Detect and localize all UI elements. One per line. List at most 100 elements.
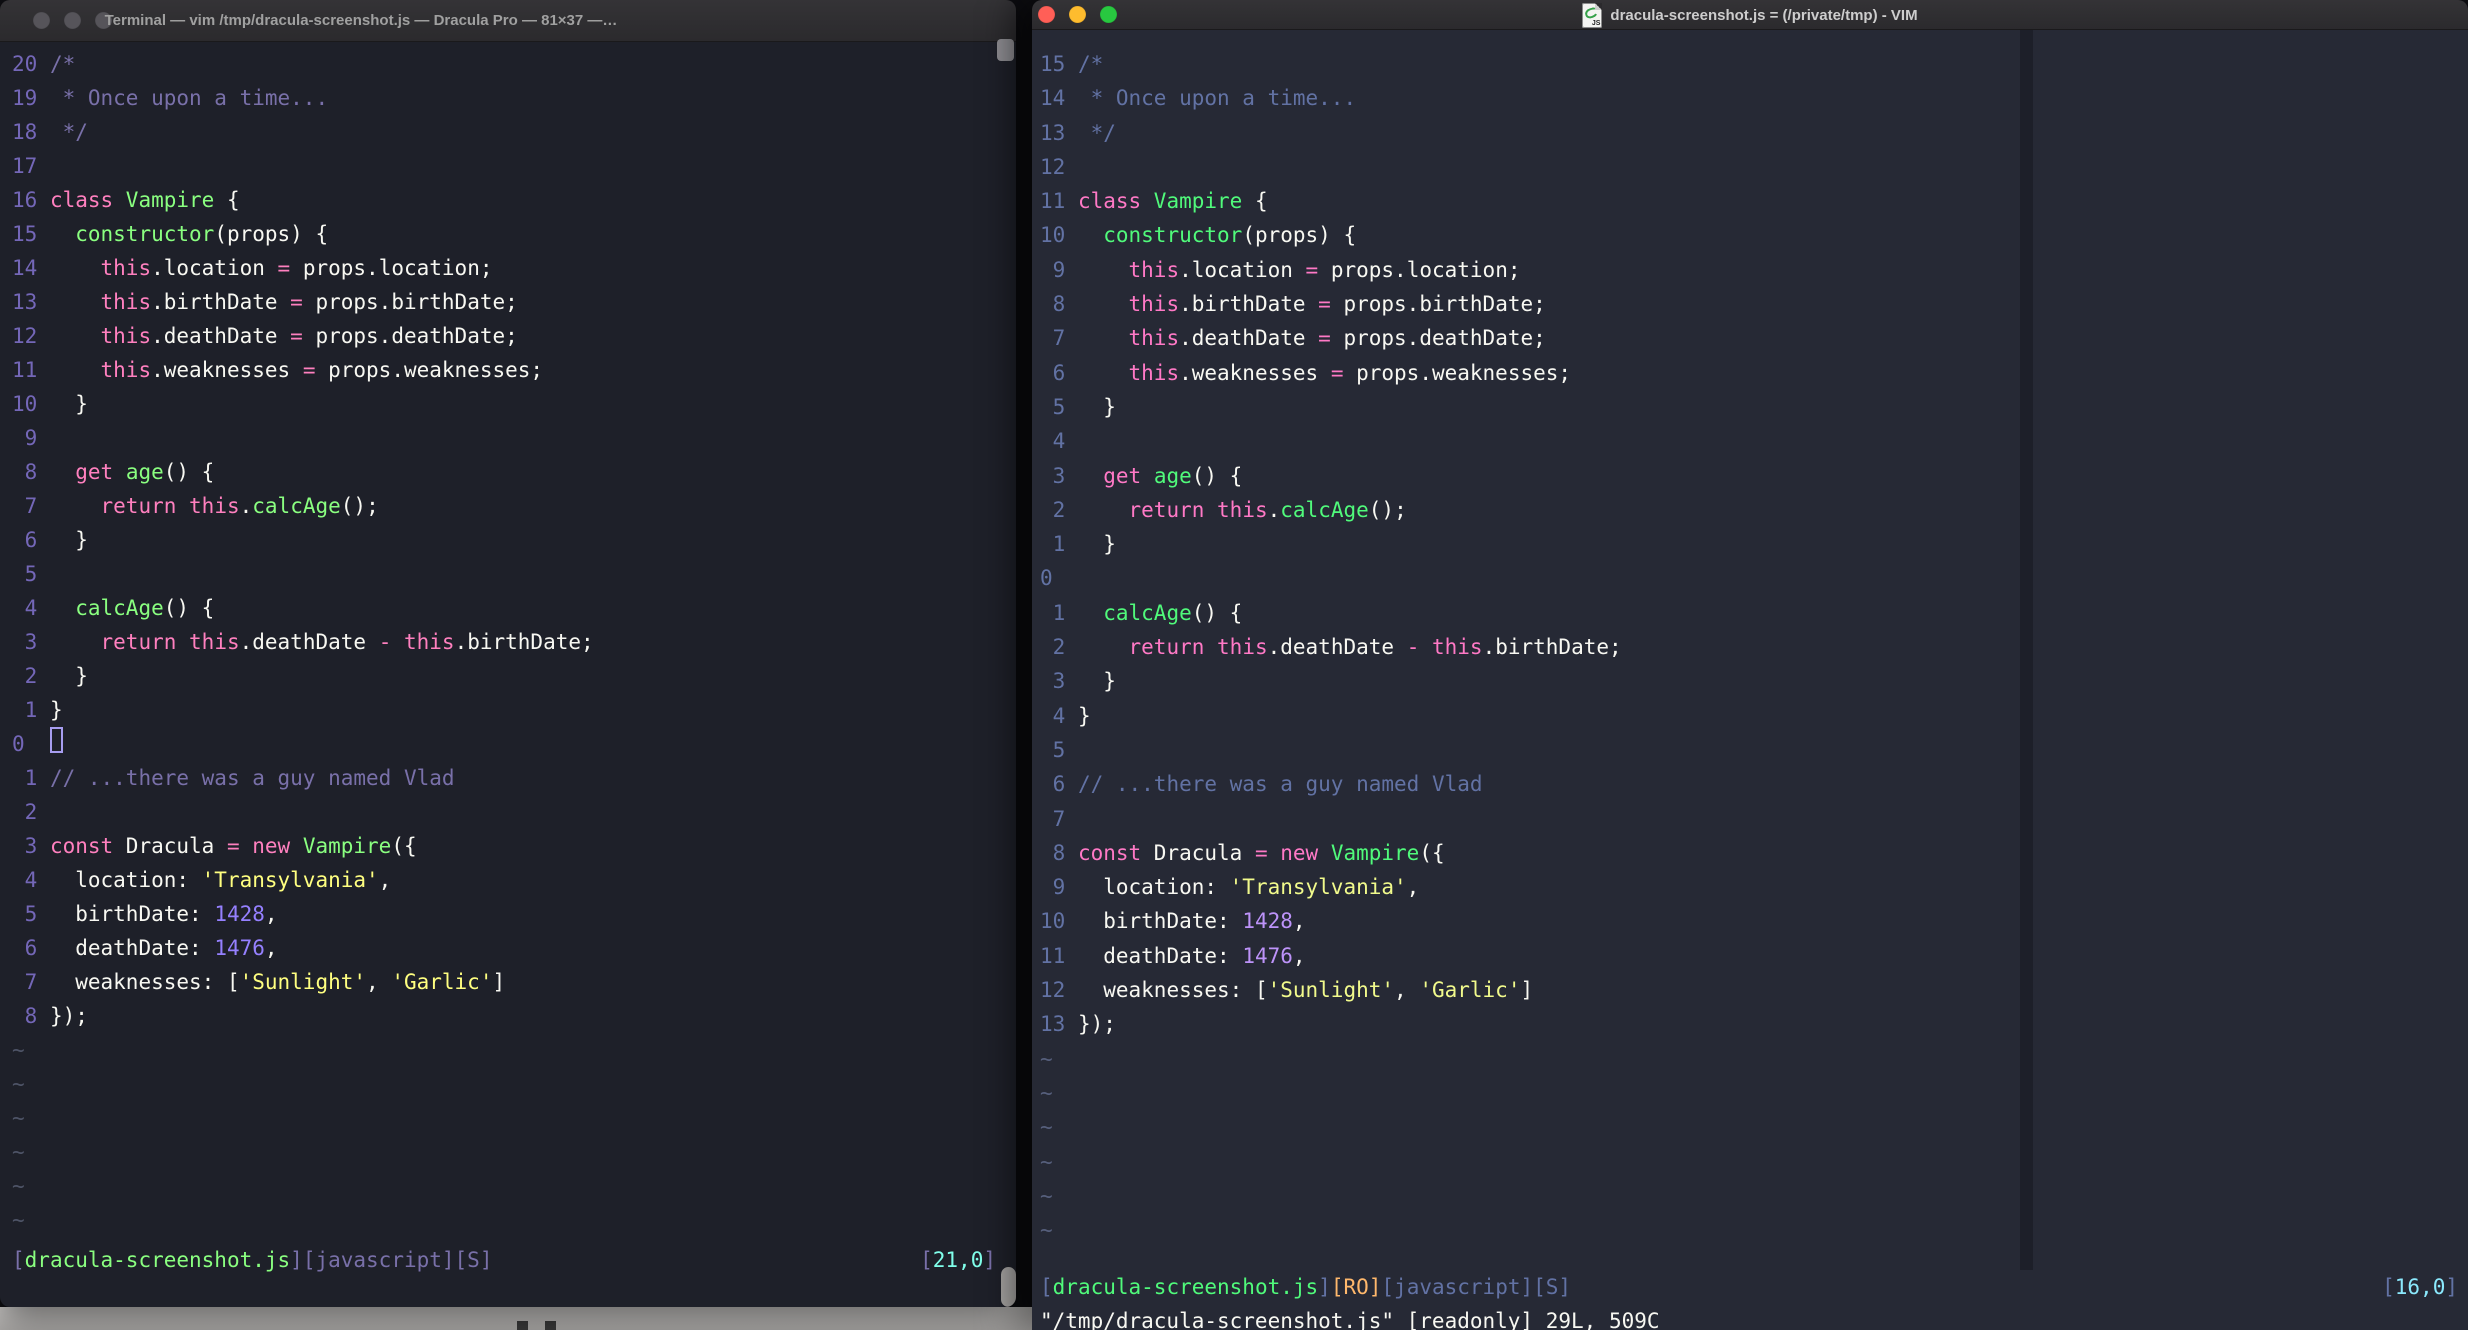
code-line[interactable]: 14 this.location = props.location; xyxy=(12,251,994,285)
syntax-token: ] xyxy=(2445,1275,2458,1299)
code-line[interactable]: 17 xyxy=(12,149,994,183)
empty-buffer-line: ~ xyxy=(1040,1145,2446,1179)
syntax-token: constructor xyxy=(1103,223,1243,248)
code-line[interactable]: 4 } xyxy=(1040,699,2446,733)
syntax-token: = xyxy=(302,358,316,382)
code-line[interactable]: 1 } xyxy=(12,693,994,727)
code-line[interactable]: 9 this.location = props.location; xyxy=(1040,253,2446,287)
code-line[interactable]: 6 // ...there was a guy named Vlad xyxy=(1040,767,2446,801)
code-line[interactable]: 20 /* xyxy=(12,47,994,81)
macvim-screen[interactable]: 15 /* 14 * Once upon a time... 13 */12 11 … xyxy=(1032,30,2468,1330)
code-line[interactable]: 6 this.weaknesses = props.weaknesses; xyxy=(1040,356,2446,390)
syntax-token: get xyxy=(75,460,126,484)
code-line[interactable]: 15 constructor(props) { xyxy=(12,217,994,251)
code-line[interactable]: 4 xyxy=(1040,424,2446,458)
tilde-marker: ~ xyxy=(1040,1046,1053,1071)
line-number: 0 xyxy=(1040,566,1078,591)
line-number: 3 xyxy=(12,834,50,858)
syntax-token: dracula-screenshot.js xyxy=(24,1248,291,1272)
code-line[interactable]: 8 this.birthDate = props.birthDate; xyxy=(1040,287,2446,321)
code-line[interactable]: 4 calcAge() { xyxy=(12,591,994,625)
scrollbar-thumb[interactable] xyxy=(1001,1267,1016,1307)
line-number: 19 xyxy=(12,86,50,110)
close-button[interactable] xyxy=(33,12,50,29)
code-line[interactable]: 8 }); xyxy=(12,999,994,1033)
vim-buffer[interactable]: 15 /* 14 * Once upon a time... 13 */12 11 … xyxy=(1040,47,2446,1247)
syntax-token: .birthDate; xyxy=(454,630,594,654)
syntax-token: 'Sunlight' xyxy=(239,970,367,994)
code-line[interactable]: 10 birthDate: 1428, xyxy=(1040,904,2446,938)
code-line[interactable]: 3 } xyxy=(1040,664,2446,698)
code-line[interactable]: 7 weaknesses: ['Sunlight', 'Garlic'] xyxy=(12,965,994,999)
code-line[interactable]: 1 calcAge() { xyxy=(1040,596,2446,630)
code-line[interactable]: 7 return this.calcAge(); xyxy=(12,489,994,523)
code-line[interactable]: 8 get age() { xyxy=(12,455,994,489)
code-line[interactable]: 5 xyxy=(1040,733,2446,767)
code-line[interactable]: 5 xyxy=(12,557,994,591)
code-line[interactable]: 0 xyxy=(12,727,994,761)
code-line[interactable]: 4 location: 'Transylvania', xyxy=(12,863,994,897)
code-line[interactable]: 5 birthDate: 1428, xyxy=(12,897,994,931)
macvim-window: JS dracula-screenshot.js = (/private/tmp… xyxy=(1032,0,2468,1330)
code-line[interactable]: 13 this.birthDate = props.birthDate; xyxy=(12,285,994,319)
code-line[interactable]: 11 class Vampire { xyxy=(1040,184,2446,218)
line-number: 13 xyxy=(1040,120,1078,145)
code-line[interactable]: 6 deathDate: 1476, xyxy=(12,931,994,965)
code-line[interactable]: 5 } xyxy=(1040,390,2446,424)
syntax-token: calcAge xyxy=(252,494,341,518)
code-line[interactable]: 9 xyxy=(12,421,994,455)
line-number: 6 xyxy=(1040,772,1078,797)
code-line[interactable]: 16 class Vampire { xyxy=(12,183,994,217)
syntax-token: [ xyxy=(1040,1275,1053,1299)
code-line[interactable]: 2 } xyxy=(12,659,994,693)
code-line[interactable]: 11 deathDate: 1476, xyxy=(1040,939,2446,973)
code-line[interactable]: 3 get age() { xyxy=(1040,459,2446,493)
line-number: 15 xyxy=(1040,52,1078,76)
code-line[interactable]: 2 return this.deathDate - this.birthDate… xyxy=(1040,630,2446,664)
code-line[interactable]: 11 this.weaknesses = props.weaknesses; xyxy=(12,353,994,387)
code-line[interactable]: 7 this.deathDate = props.deathDate; xyxy=(1040,321,2446,355)
empty-buffer-line: ~ xyxy=(12,1101,994,1135)
code-line[interactable]: 10 } xyxy=(12,387,994,421)
code-line[interactable]: 1 // ...there was a guy named Vlad xyxy=(12,761,994,795)
line-number: 3 xyxy=(12,630,50,654)
minimize-button[interactable] xyxy=(64,12,81,29)
code-line[interactable]: 8 const Dracula = new Vampire({ xyxy=(1040,836,2446,870)
syntax-token: .deathDate xyxy=(1179,326,1319,351)
syntax-token: get xyxy=(1103,463,1154,488)
code-line[interactable]: 19 * Once upon a time... xyxy=(12,81,994,115)
line-number: 5 xyxy=(12,902,50,926)
code-line[interactable]: 7 xyxy=(1040,802,2446,836)
code-line[interactable]: 9 location: 'Transylvania', xyxy=(1040,870,2446,904)
code-line[interactable]: 6 } xyxy=(12,523,994,557)
code-line[interactable]: 3 const Dracula = new Vampire({ xyxy=(12,829,994,863)
code-line[interactable]: 2 xyxy=(12,795,994,829)
code-line[interactable]: 18 */ xyxy=(12,115,994,149)
syntax-token: = new xyxy=(1254,840,1331,865)
code-line[interactable]: 0 xyxy=(1040,561,2446,595)
line-number: 5 xyxy=(1040,394,1078,419)
macvim-titlebar[interactable]: JS dracula-screenshot.js = (/private/tmp… xyxy=(1032,0,2468,30)
code-line[interactable]: 12 this.deathDate = props.deathDate; xyxy=(12,319,994,353)
scrollbar-thumb[interactable] xyxy=(997,39,1014,61)
syntax-token: this xyxy=(100,324,152,348)
code-line[interactable]: 15 /* xyxy=(1040,47,2446,81)
syntax-token: this xyxy=(404,630,455,654)
js-icon-label: JS xyxy=(1591,19,1601,27)
code-line[interactable]: 13 */ xyxy=(1040,116,2446,150)
terminal-titlebar[interactable]: Terminal — vim /tmp/dracula-screenshot.j… xyxy=(0,0,1016,42)
syntax-token: /* xyxy=(1077,52,1104,76)
code-line[interactable]: 12 weaknesses: ['Sunlight', 'Garlic'] xyxy=(1040,973,2446,1007)
code-line[interactable]: 12 xyxy=(1040,150,2446,184)
syntax-token: age xyxy=(125,460,164,484)
code-line[interactable]: 2 return this.calcAge(); xyxy=(1040,493,2446,527)
terminal-screen[interactable]: 20 /* 19 * Once upon a time... 18 */17 16 … xyxy=(0,42,1016,1307)
syntax-token: return xyxy=(100,630,190,654)
code-line[interactable]: 3 return this.deathDate - this.birthDate… xyxy=(12,625,994,659)
code-line[interactable]: 14 * Once upon a time... xyxy=(1040,81,2446,115)
code-line[interactable]: 13 }); xyxy=(1040,1007,2446,1041)
vim-buffer[interactable]: 20 /* 19 * Once upon a time... 18 */17 16 … xyxy=(12,47,994,1237)
code-line[interactable]: 1 } xyxy=(1040,527,2446,561)
code-line[interactable]: 10 constructor(props) { xyxy=(1040,218,2446,252)
syntax-token xyxy=(1078,361,1129,385)
